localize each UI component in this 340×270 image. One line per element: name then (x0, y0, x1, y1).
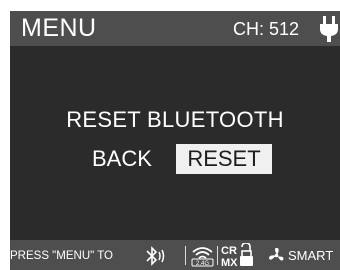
wifi-2.4g-icon: 2.4G (191, 247, 214, 267)
menu-title: MENU (21, 14, 97, 42)
lock-icon (240, 243, 253, 266)
fan-icon (269, 247, 284, 261)
fan-mode-label: SMART (288, 248, 334, 263)
plug-icon (320, 16, 338, 42)
crmx-icon: CR MX (221, 243, 253, 268)
menu-hint: PRESS "MENU" TO (10, 250, 113, 262)
status-bar: PRESS "MENU" TO 2.4G CR MX SMART (10, 240, 340, 270)
reset-bluetooth-prompt: RESET BLUETOOTH (66, 107, 284, 132)
crmx-label-top: CR (221, 245, 237, 257)
channel-readout: CH: 512 (233, 19, 300, 39)
crmx-label-bottom: MX (221, 257, 238, 268)
option-row: BACK RESET (10, 144, 340, 174)
bluetooth-icon (146, 246, 165, 266)
divider (185, 246, 186, 265)
header-bar: MENU CH: 512 (10, 11, 340, 46)
divider (217, 246, 218, 265)
reset-option[interactable]: RESET (176, 144, 272, 174)
device-screen: MENU CH: 512 RESET BLUETOOTH BACK RESET … (10, 11, 340, 270)
back-option[interactable]: BACK (92, 146, 152, 172)
wifi-badge-label: 2.4G (196, 261, 209, 267)
